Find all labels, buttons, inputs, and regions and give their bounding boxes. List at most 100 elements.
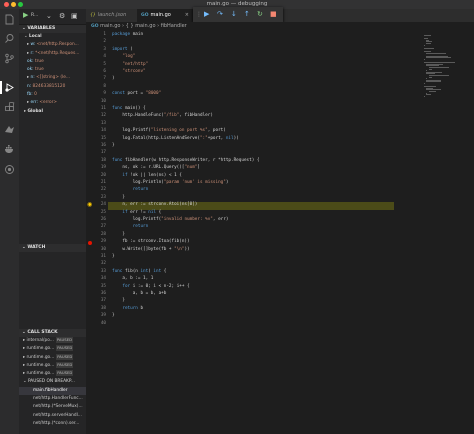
restart-icon[interactable]: ↻ [257, 10, 263, 18]
close-icon[interactable]: × [185, 9, 189, 22]
code-line[interactable]: "strconv" [112, 69, 145, 74]
code-line[interactable]: fb := strconv.Itoa(fib(n)) [112, 239, 189, 244]
variable-row[interactable]: ▸ r: *<net/http.Reques... [19, 50, 86, 58]
stack-frame-label: net/http.serverHandl... [33, 412, 82, 418]
line-number: 30 [100, 246, 106, 252]
step-out-icon[interactable]: ↑ [244, 10, 250, 18]
start-debugging-icon[interactable]: ▶ [23, 11, 28, 19]
stack-frame[interactable]: net/http.(*conn).ser... [19, 420, 86, 428]
gear-icon[interactable]: ⚙ [59, 12, 65, 20]
call-stack-header[interactable]: ⌄ CALL STACK [19, 329, 86, 337]
docker-icon[interactable] [4, 144, 15, 155]
expand-icon[interactable]: ▸ [27, 75, 29, 80]
code-line[interactable]: log.Printf("invalid number: %v", err) [112, 217, 229, 222]
thread-row[interactable]: ▸ runtime.go... PAUSED [19, 353, 86, 362]
code-line[interactable]: n, err := strconv.Atoi(ns[0]) [112, 202, 197, 207]
continue-icon[interactable]: ▶ [204, 10, 209, 18]
thread-row[interactable]: ▸ runtime.go... PAUSED [19, 345, 86, 353]
chevron-down-icon[interactable]: ⌄ [46, 12, 52, 20]
stack-frame[interactable]: net/http.serverHandl... [19, 412, 86, 420]
expand-icon[interactable]: ▸ [27, 100, 29, 105]
code-line[interactable]: if err != nil { [112, 210, 161, 215]
deploy-icon[interactable] [4, 124, 15, 135]
code-line[interactable]: "net/http" [112, 62, 148, 67]
code-line[interactable]: } [112, 254, 115, 259]
variable-row[interactable]: ok: true [19, 66, 86, 74]
stack-frame[interactable]: main.fibHandler [19, 386, 86, 396]
scope-local[interactable]: ⌄ Local [19, 33, 86, 41]
tab-launch-json[interactable]: {} launch.json [86, 9, 141, 22]
code-line[interactable]: "log" [112, 54, 135, 59]
status-badge: PAUSED [56, 353, 74, 360]
step-into-icon[interactable]: ↓ [231, 10, 237, 18]
stack-frame[interactable]: net/http.HandlerFunc... [19, 395, 86, 403]
code-line[interactable]: if !ok || len(ns) < 1 { [112, 173, 182, 178]
code-line[interactable]: } [112, 313, 115, 318]
watch-header[interactable]: ⌄ WATCH [19, 244, 86, 252]
code-line[interactable]: } [112, 298, 125, 303]
code-line[interactable]: log.Printf("listening on port %s", port) [112, 128, 226, 133]
breadcrumb-symbol[interactable]: fibHandler [161, 23, 187, 29]
code-line[interactable]: } [112, 195, 125, 200]
stack-frame[interactable]: net/http.(*ServeMux)... [19, 403, 86, 411]
variable-row[interactable]: n: 824633815120 [19, 83, 86, 91]
code-line[interactable]: for i := 0; i < n-2; i++ { [112, 284, 189, 289]
expand-icon[interactable]: ▸ [27, 42, 29, 47]
code-line[interactable]: import ( [112, 47, 133, 52]
code-line[interactable]: func fibHandler(w http.ResponseWriter, r… [112, 158, 259, 163]
variable-row[interactable]: ok: true [19, 58, 86, 66]
code-line[interactable]: return [112, 224, 149, 229]
thread-row[interactable]: ▸ internal/po... PAUSED [19, 337, 86, 345]
code-line[interactable]: http.HandleFunc("/fib", fibHandler) [112, 113, 213, 118]
breadcrumb-file[interactable]: main.go [100, 23, 120, 29]
code-line[interactable]: return [112, 187, 149, 192]
thread-row[interactable]: ▸ runtime.go... PAUSED [19, 361, 86, 370]
stop-icon[interactable]: ■ [270, 10, 277, 18]
debug-config-select[interactable]: R... [31, 13, 38, 18]
scope-global[interactable]: ▸ Global [19, 108, 86, 116]
debug-console-icon[interactable]: ▣ [71, 12, 78, 20]
variable-row[interactable]: ▸ err: <error> [19, 99, 86, 107]
code-editor[interactable]: ◉ 1 package main 2 3 import (4 "log" 5 "net/ht… [86, 31, 416, 434]
code-line[interactable]: package main [112, 32, 143, 37]
minimap[interactable] [420, 31, 474, 434]
code-line[interactable]: a, b = b, a+b [112, 291, 167, 296]
active-indicator [0, 81, 2, 94]
variable-row[interactable]: fb: 0 [19, 91, 86, 99]
line-number: 3 [103, 46, 106, 52]
code-line[interactable]: const port = "8000" [112, 91, 161, 96]
code-line[interactable]: func main() { [112, 106, 146, 111]
paused-thread[interactable]: ⌄ PAUSED ON BREAKP... [19, 378, 86, 386]
search-icon[interactable] [4, 33, 15, 44]
code-line[interactable]: log.Println("param 'num' is missing") [112, 180, 229, 185]
tab-launch-json-label: launch.json [97, 12, 127, 18]
line-number: 18 [100, 157, 106, 163]
debug-icon[interactable] [4, 82, 15, 93]
extensions-icon[interactable] [4, 101, 15, 113]
variable-row[interactable]: ▸ w: <net/http.Respon... [19, 41, 86, 49]
variable-row[interactable]: ▸ n: <[]string> (le... [19, 74, 86, 82]
minimap-line [426, 57, 452, 59]
step-over-icon[interactable]: ↷ [217, 10, 223, 18]
code-line[interactable]: log.Fatal(http.ListenAndServe(":"+port, … [112, 136, 238, 141]
tab-main-go[interactable]: GO main.go × [137, 9, 193, 22]
code-line[interactable]: ) [112, 76, 115, 81]
variables-header[interactable]: ⌄ VARIABLES [19, 25, 86, 33]
code-line[interactable]: ns, ok := r.URL.Query()["num"] [112, 165, 200, 170]
code-line[interactable]: } [112, 232, 125, 237]
code-line[interactable]: } [112, 143, 115, 148]
code-line[interactable]: func fib(n int) int { [112, 269, 166, 274]
breadcrumb-package[interactable]: main.go [135, 23, 155, 29]
line-number: 22 [100, 187, 106, 193]
variable-name: n: [30, 75, 35, 81]
drag-handle-icon[interactable]: ⋮ [196, 11, 202, 18]
minimap-line [424, 47, 435, 49]
files-icon[interactable] [4, 14, 15, 25]
expand-icon[interactable]: ▸ [27, 51, 29, 56]
code-line[interactable]: a, b := 1, 1 [112, 276, 153, 281]
thread-row[interactable]: ▸ runtime.go... PAUSED [19, 370, 86, 378]
code-line[interactable]: w.Write([]byte(fb + "\n")) [112, 247, 189, 252]
source-control-icon[interactable] [4, 53, 15, 64]
remote-icon[interactable] [4, 164, 15, 175]
code-line[interactable]: return b [112, 306, 143, 311]
